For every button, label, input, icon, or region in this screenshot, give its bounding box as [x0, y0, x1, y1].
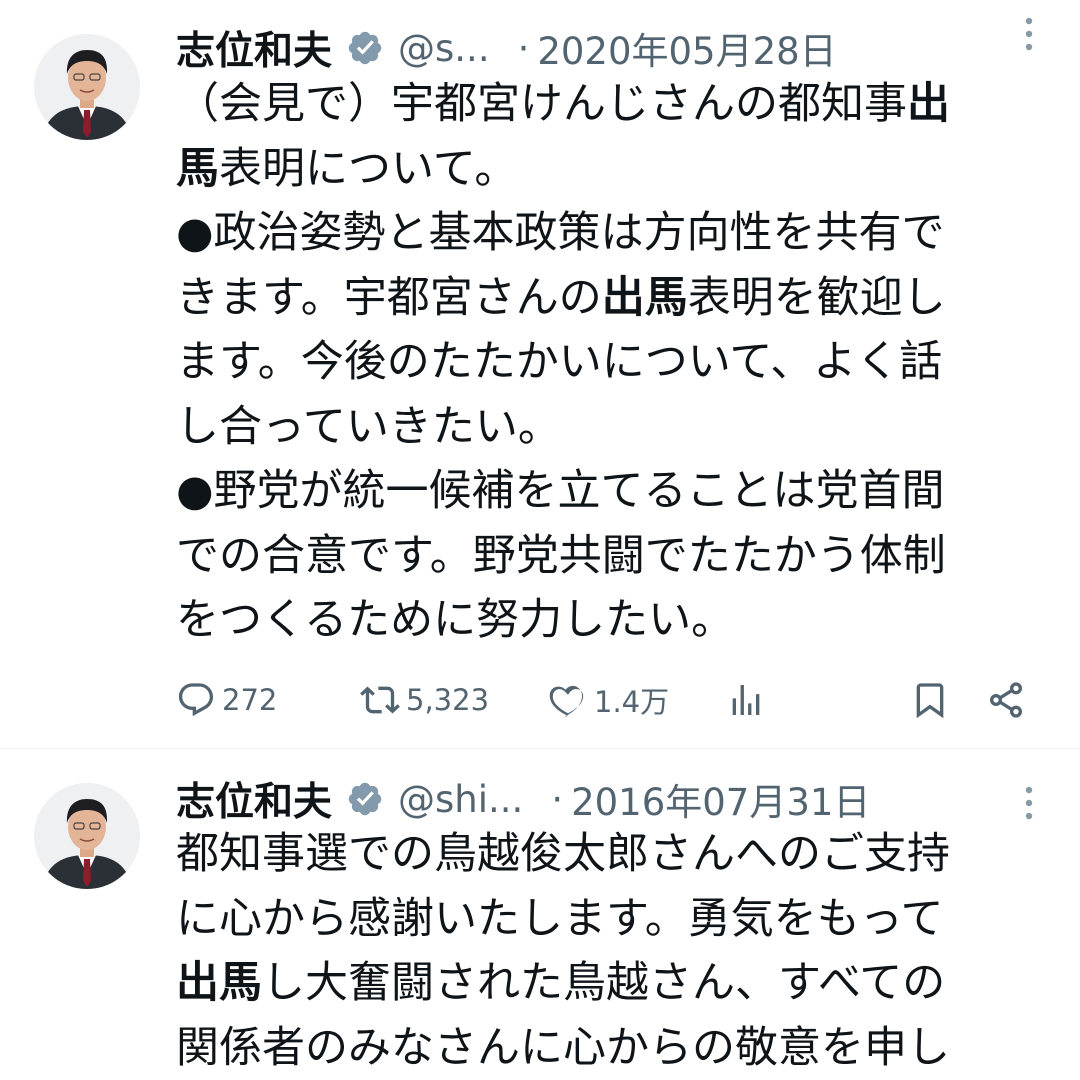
text-span: ●政治姿勢と基本政策は方向性を共有で [176, 208, 945, 258]
text-span: し大奮闘された鳥越さん、すべての [262, 958, 945, 1008]
separator-dot: · [551, 778, 563, 821]
heart-icon [548, 680, 588, 720]
tweet-text-line: し合っていきたい。 [176, 395, 1056, 460]
bookmark-button[interactable] [910, 672, 950, 728]
reply-icon [176, 680, 216, 720]
reply-button[interactable]: 272 [176, 672, 277, 728]
tweet-date[interactable]: 2020年05月28日 [537, 21, 836, 75]
text-span: での合意です。野党共闘でたたかう体制 [176, 531, 946, 581]
tweet[interactable]: 志位和夫 @s... · 2020年05月28日 （会見で）宇都宮けんじさんの都… [0, 0, 1080, 748]
tweet-text: （会見で）宇都宮けんじさんの都知事出 馬表明について。 ●政治姿勢と基本政策は方… [176, 72, 1056, 653]
views-button[interactable] [726, 672, 766, 728]
tweet-text-line: ●野党が統一候補を立てることは党首間 [176, 459, 1056, 524]
author-name[interactable]: 志位和夫 [176, 771, 332, 827]
author-name[interactable]: 志位和夫 [176, 20, 332, 76]
retweet-icon [360, 680, 400, 720]
highlight-text: 出馬 [176, 958, 262, 1008]
text-span: 関係者のみなさんに心からの敬意を申し [176, 1023, 950, 1073]
text-span: 都知事選での鳥越俊太郎さんへのご支持 [176, 829, 950, 879]
text-span: ます。今後のたたかいについて、よく話 [176, 337, 942, 387]
share-button[interactable] [986, 672, 1026, 728]
highlight-text: 出 [907, 79, 950, 129]
author-handle[interactable]: @s... [398, 27, 490, 70]
verified-badge-icon [346, 780, 384, 818]
separator-dot: · [518, 27, 530, 70]
text-span: （会見で）宇都宮けんじさんの都知事 [176, 79, 907, 129]
views-icon [726, 680, 766, 720]
tweet-text-line: 馬表明について。 [176, 137, 1056, 202]
tweet-text-line: （会見で）宇都宮けんじさんの都知事出 [176, 72, 1056, 137]
tweet-text-line: に心から感謝いたします。勇気をもって [176, 887, 1056, 952]
verified-badge-icon [346, 29, 384, 67]
tweet-header: 志位和夫 @s... · 2020年05月28日 [176, 18, 1080, 78]
reply-count: 272 [222, 683, 277, 717]
text-span: 表明を歓迎し [688, 273, 946, 323]
tweet-text-line: 都知事選での鳥越俊太郎さんへのご支持 [176, 822, 1056, 887]
tweet-text: 都知事選での鳥越俊太郎さんへのご支持 に心から感謝いたします。勇気をもって 出馬… [176, 822, 1056, 1080]
retweet-count: 5,323 [406, 683, 489, 717]
text-span: 表明について。 [219, 144, 517, 194]
like-count: 1.4万 [594, 679, 669, 721]
tweet-date[interactable]: 2016年07月31日 [571, 772, 870, 826]
tweet-actions: 272 5,323 1.4万 [176, 672, 1036, 728]
avatar[interactable] [34, 783, 140, 889]
highlight-text: 出馬 [602, 273, 688, 323]
text-span: をつくるために努力したい。 [176, 595, 734, 645]
more-vertical-icon[interactable] [1022, 14, 1036, 54]
like-button[interactable]: 1.4万 [548, 672, 669, 728]
tweet-text-line: での合意です。野党共闘でたたかう体制 [176, 524, 1056, 589]
tweet-text-line: ます。今後のたたかいについて、よく話 [176, 330, 1056, 395]
bookmark-icon [910, 680, 950, 720]
text-span: ●野党が統一候補を立てることは党首間 [176, 466, 945, 516]
tweet-text-line: きます。宇都宮さんの出馬表明を歓迎し [176, 266, 1056, 331]
share-icon [986, 680, 1026, 720]
text-span: に心から感謝いたします。勇気をもって [176, 894, 944, 944]
tweet-header: 志位和夫 @shi... · 2016年07月31日 [176, 769, 1080, 829]
highlight-text: 馬 [176, 144, 219, 194]
text-span: きます。宇都宮さんの [176, 273, 602, 323]
more-vertical-icon[interactable] [1022, 783, 1036, 823]
tweet-text-line: ●政治姿勢と基本政策は方向性を共有で [176, 201, 1056, 266]
author-handle[interactable]: @shi... [398, 778, 523, 821]
text-span: し合っていきたい。 [176, 402, 561, 452]
tweet-text-line: 関係者のみなさんに心からの敬意を申し [176, 1016, 1056, 1080]
tweet-text-line: をつくるために努力したい。 [176, 588, 1056, 653]
avatar[interactable] [34, 34, 140, 140]
tweet-text-line: 出馬し大奮闘された鳥越さん、すべての [176, 951, 1056, 1016]
retweet-button[interactable]: 5,323 [360, 672, 489, 728]
